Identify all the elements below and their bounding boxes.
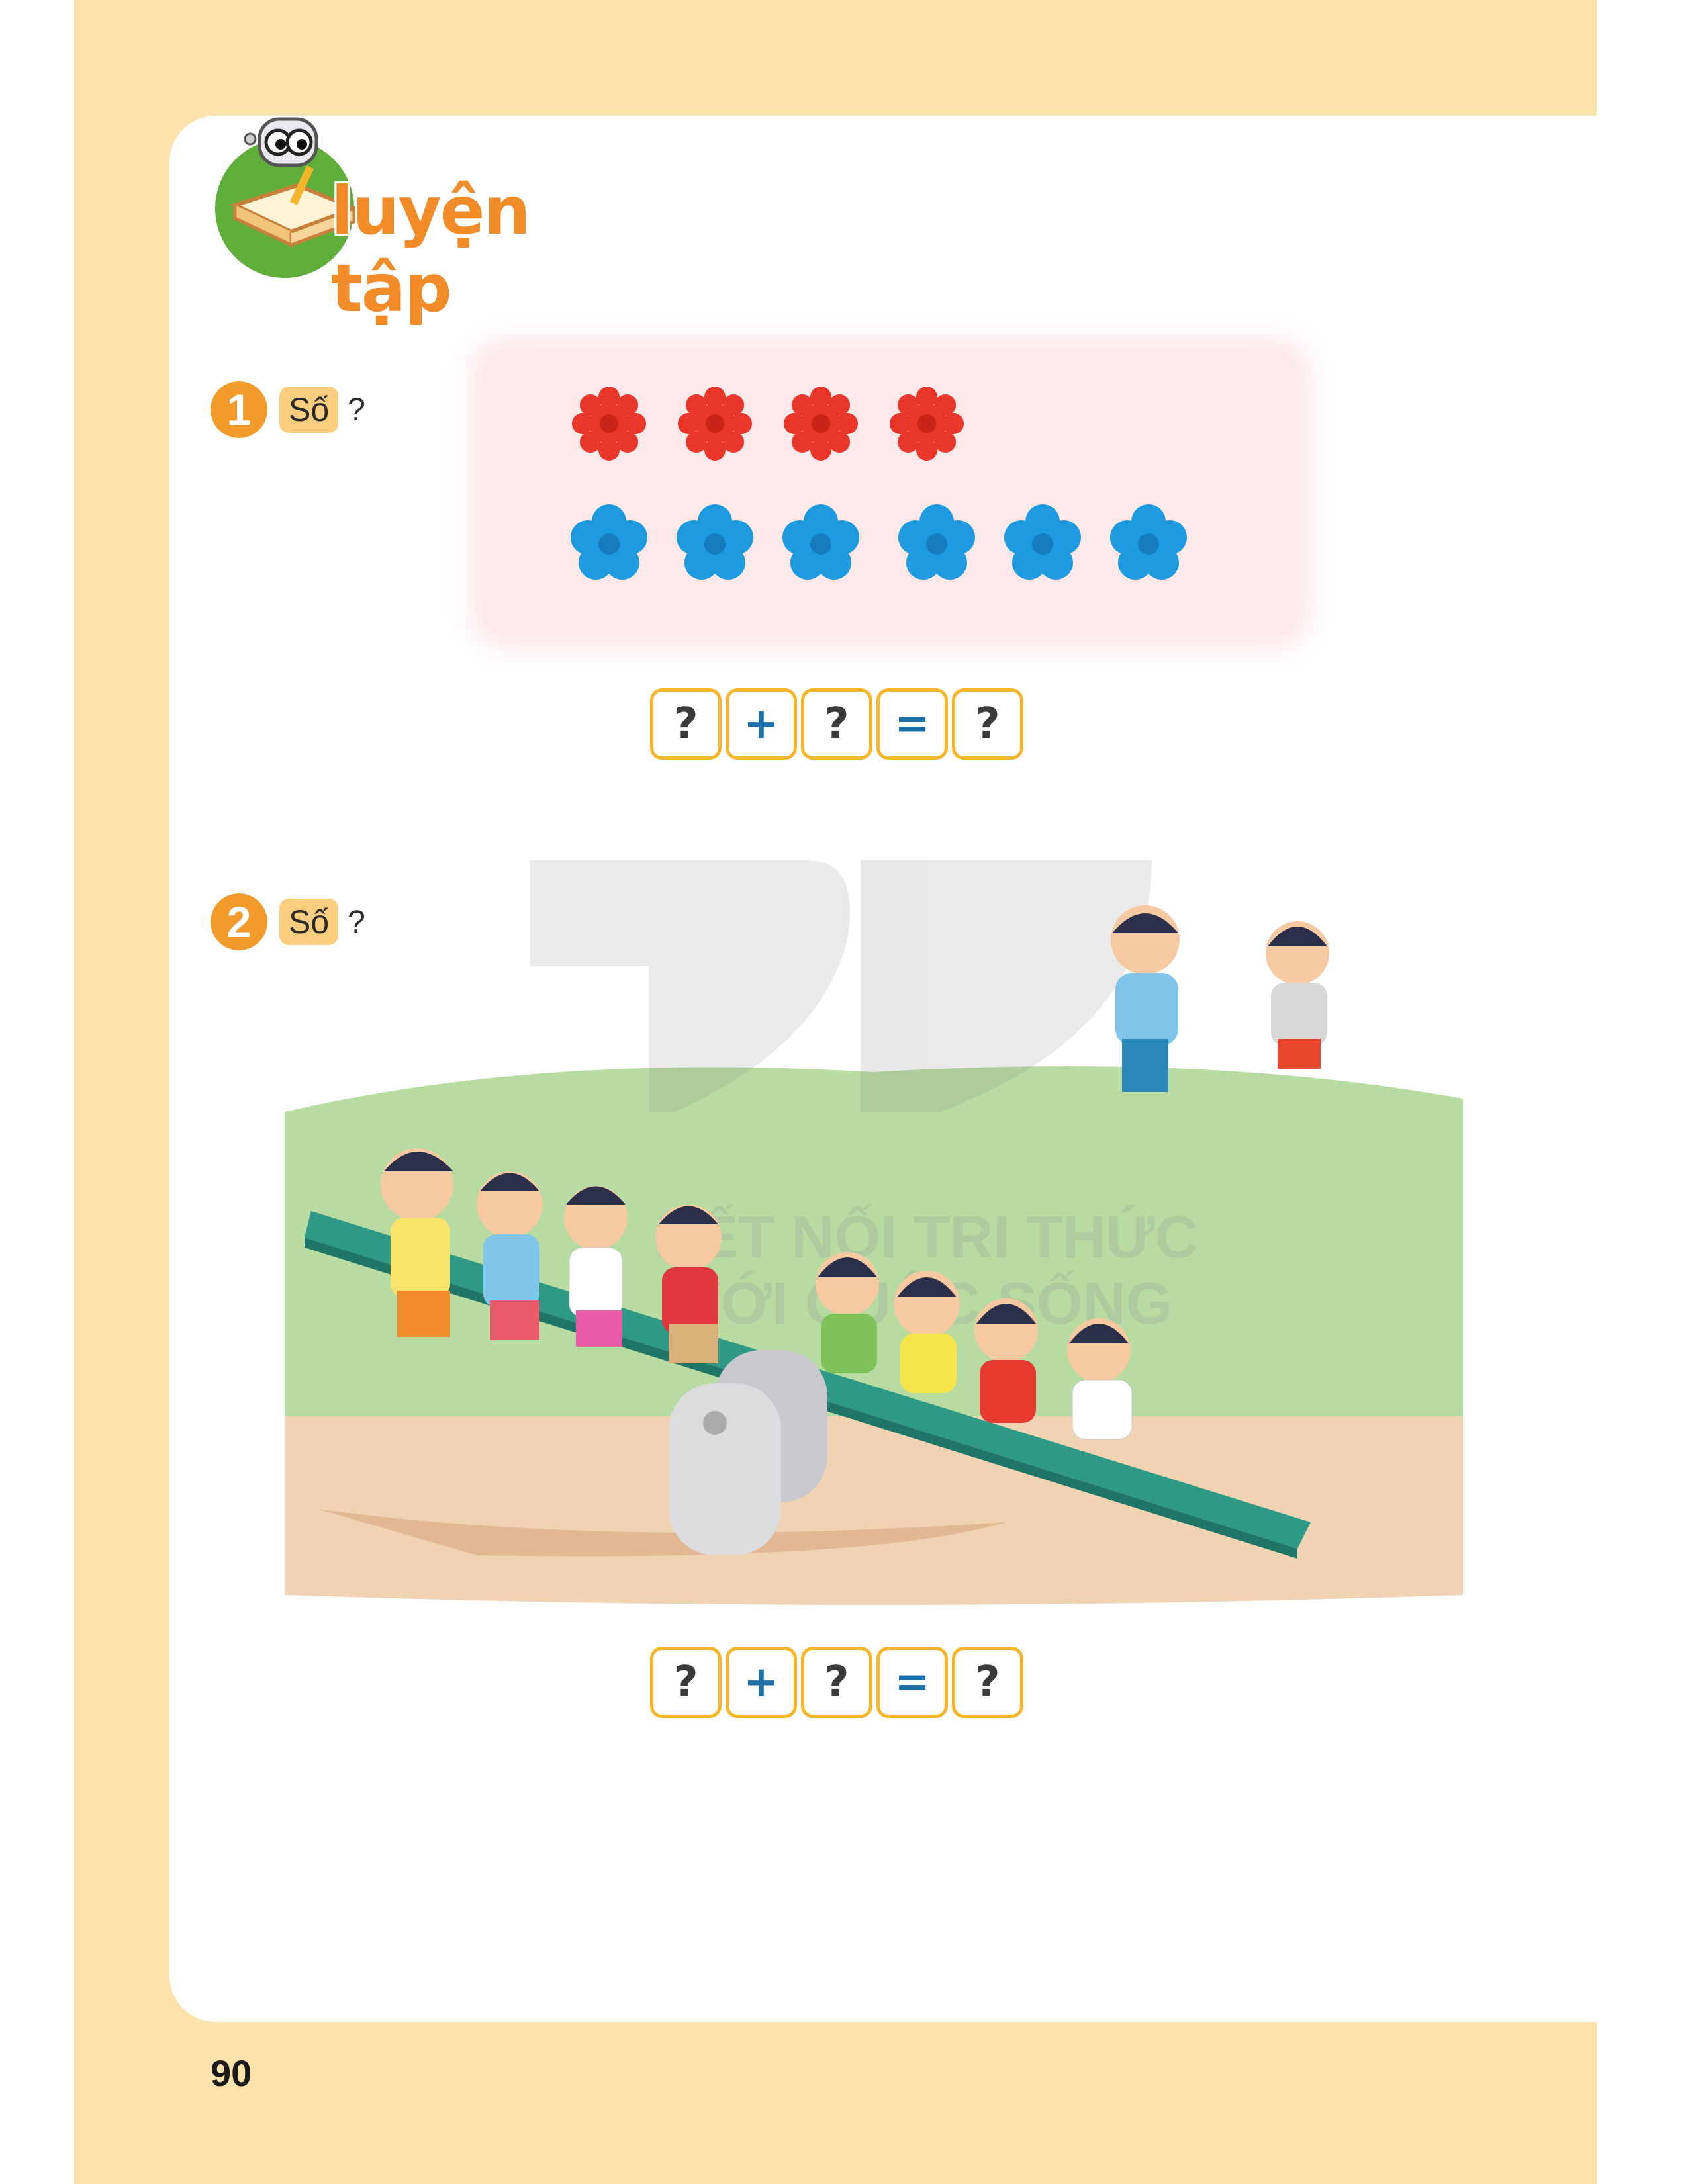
- exercise-1-equation: ? + ? = ?: [650, 688, 1023, 760]
- seesaw-scene-illustration: KẾT NỐI TRI THỨC VỚI CUỘC SỐNG: [285, 860, 1463, 1605]
- page-number: 90: [211, 2052, 252, 2094]
- equals-sign: =: [876, 688, 948, 760]
- answer-box[interactable]: ?: [650, 688, 722, 760]
- answer-box[interactable]: ?: [952, 688, 1023, 760]
- blue-flower-icon: [782, 504, 859, 580]
- blue-flower-icon: [571, 504, 647, 580]
- blue-flower-icon: [898, 504, 975, 580]
- section-title: luyện tập: [329, 170, 533, 329]
- blue-flower-icon: [677, 504, 753, 580]
- exercise-question-mark: ?: [348, 392, 365, 428]
- answer-box[interactable]: ?: [650, 1647, 722, 1718]
- blue-flower-icon: [1110, 504, 1187, 580]
- plus-sign: +: [726, 688, 797, 760]
- answer-box[interactable]: ?: [952, 1647, 1023, 1718]
- red-flower-icon: [572, 387, 646, 461]
- exercise-2-equation: ? + ? = ?: [650, 1647, 1023, 1718]
- blue-flower-icon: [1004, 504, 1081, 580]
- watermark-text-1: KẾT NỐI TRI THỨC: [655, 1203, 1198, 1271]
- equals-sign: =: [876, 1647, 948, 1718]
- exercise-badge: Số: [279, 387, 339, 433]
- answer-box[interactable]: ?: [801, 688, 872, 760]
- flower-box: [483, 351, 1297, 635]
- answer-box[interactable]: ?: [801, 1647, 872, 1718]
- red-flower-icon: [890, 387, 964, 461]
- red-flower-icon: [678, 387, 752, 461]
- exercise-number: 1: [211, 381, 267, 438]
- red-flower-icon: [784, 387, 858, 461]
- plus-sign: +: [726, 1647, 797, 1718]
- running-children: [1111, 905, 1329, 1092]
- section-header: luyện tập: [199, 93, 662, 329]
- exercise-1-label: 1 Số ?: [211, 381, 365, 438]
- exercise-number: 2: [211, 893, 267, 950]
